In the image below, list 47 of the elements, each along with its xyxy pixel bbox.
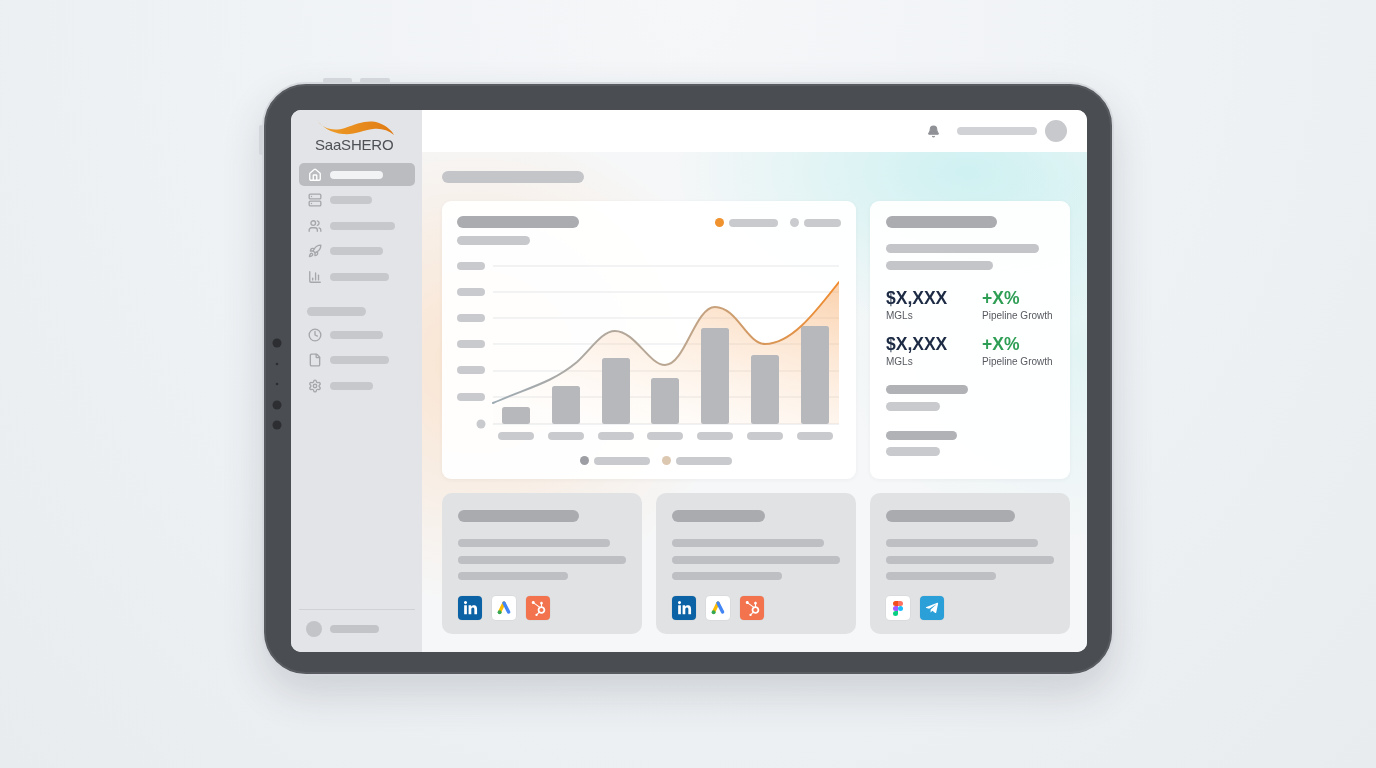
google-ads-icon: [492, 596, 516, 620]
stat-value: +X%: [982, 334, 1020, 354]
stat-label: Pipeline Growth: [982, 310, 1053, 322]
label-placeholder: [330, 356, 389, 365]
text-placeholder: [886, 447, 940, 456]
stat-value: $X,XXX: [886, 334, 948, 354]
name-placeholder: [330, 625, 379, 633]
text-placeholder: [886, 431, 957, 440]
legend-label-placeholder: [804, 218, 841, 227]
stat-label: Pipeline Growth: [982, 356, 1053, 368]
bell-icon[interactable]: [927, 124, 940, 138]
stat-value: +X%: [982, 288, 1020, 308]
file-icon: [308, 353, 322, 368]
google-ads-icon: [706, 596, 730, 620]
legend-label-placeholder: [676, 456, 732, 465]
bezel-dots-icon: [272, 338, 282, 430]
label-placeholder: [330, 330, 383, 339]
users-icon: [308, 218, 322, 233]
avatar-icon[interactable]: [1045, 120, 1067, 142]
stat-label: MGLs: [886, 356, 913, 368]
label-placeholder: [330, 170, 383, 179]
stat-label: MGLs: [886, 310, 913, 322]
label-placeholder: [330, 272, 389, 281]
label-placeholder: [330, 196, 372, 205]
settings-icon: [308, 379, 322, 394]
house-icon: [308, 167, 322, 182]
figma-icon: [886, 596, 910, 620]
hubspot-icon: [526, 596, 550, 620]
section-title-placeholder: [307, 307, 366, 317]
text-placeholder: [886, 402, 940, 411]
label-placeholder: [330, 247, 383, 256]
bar-chart-icon: [308, 269, 322, 284]
nav-item[interactable]: [299, 163, 415, 186]
hubspot-icon: [740, 596, 764, 620]
legend-label-placeholder: [729, 218, 778, 227]
stat-value: $X,XXX: [886, 288, 948, 308]
linkedin-icon: [458, 596, 482, 620]
label-placeholder: [330, 382, 373, 391]
linkedin-icon: [672, 596, 696, 620]
server-icon: [308, 193, 322, 208]
legend-label-placeholder: [594, 456, 650, 465]
telegram-icon: [920, 596, 944, 620]
rocket-icon: [308, 244, 322, 259]
label-placeholder: [330, 221, 395, 230]
logo-text: SaaSHERO: [315, 136, 394, 153]
clock-icon: [308, 327, 322, 342]
avatar-icon: [306, 621, 322, 637]
